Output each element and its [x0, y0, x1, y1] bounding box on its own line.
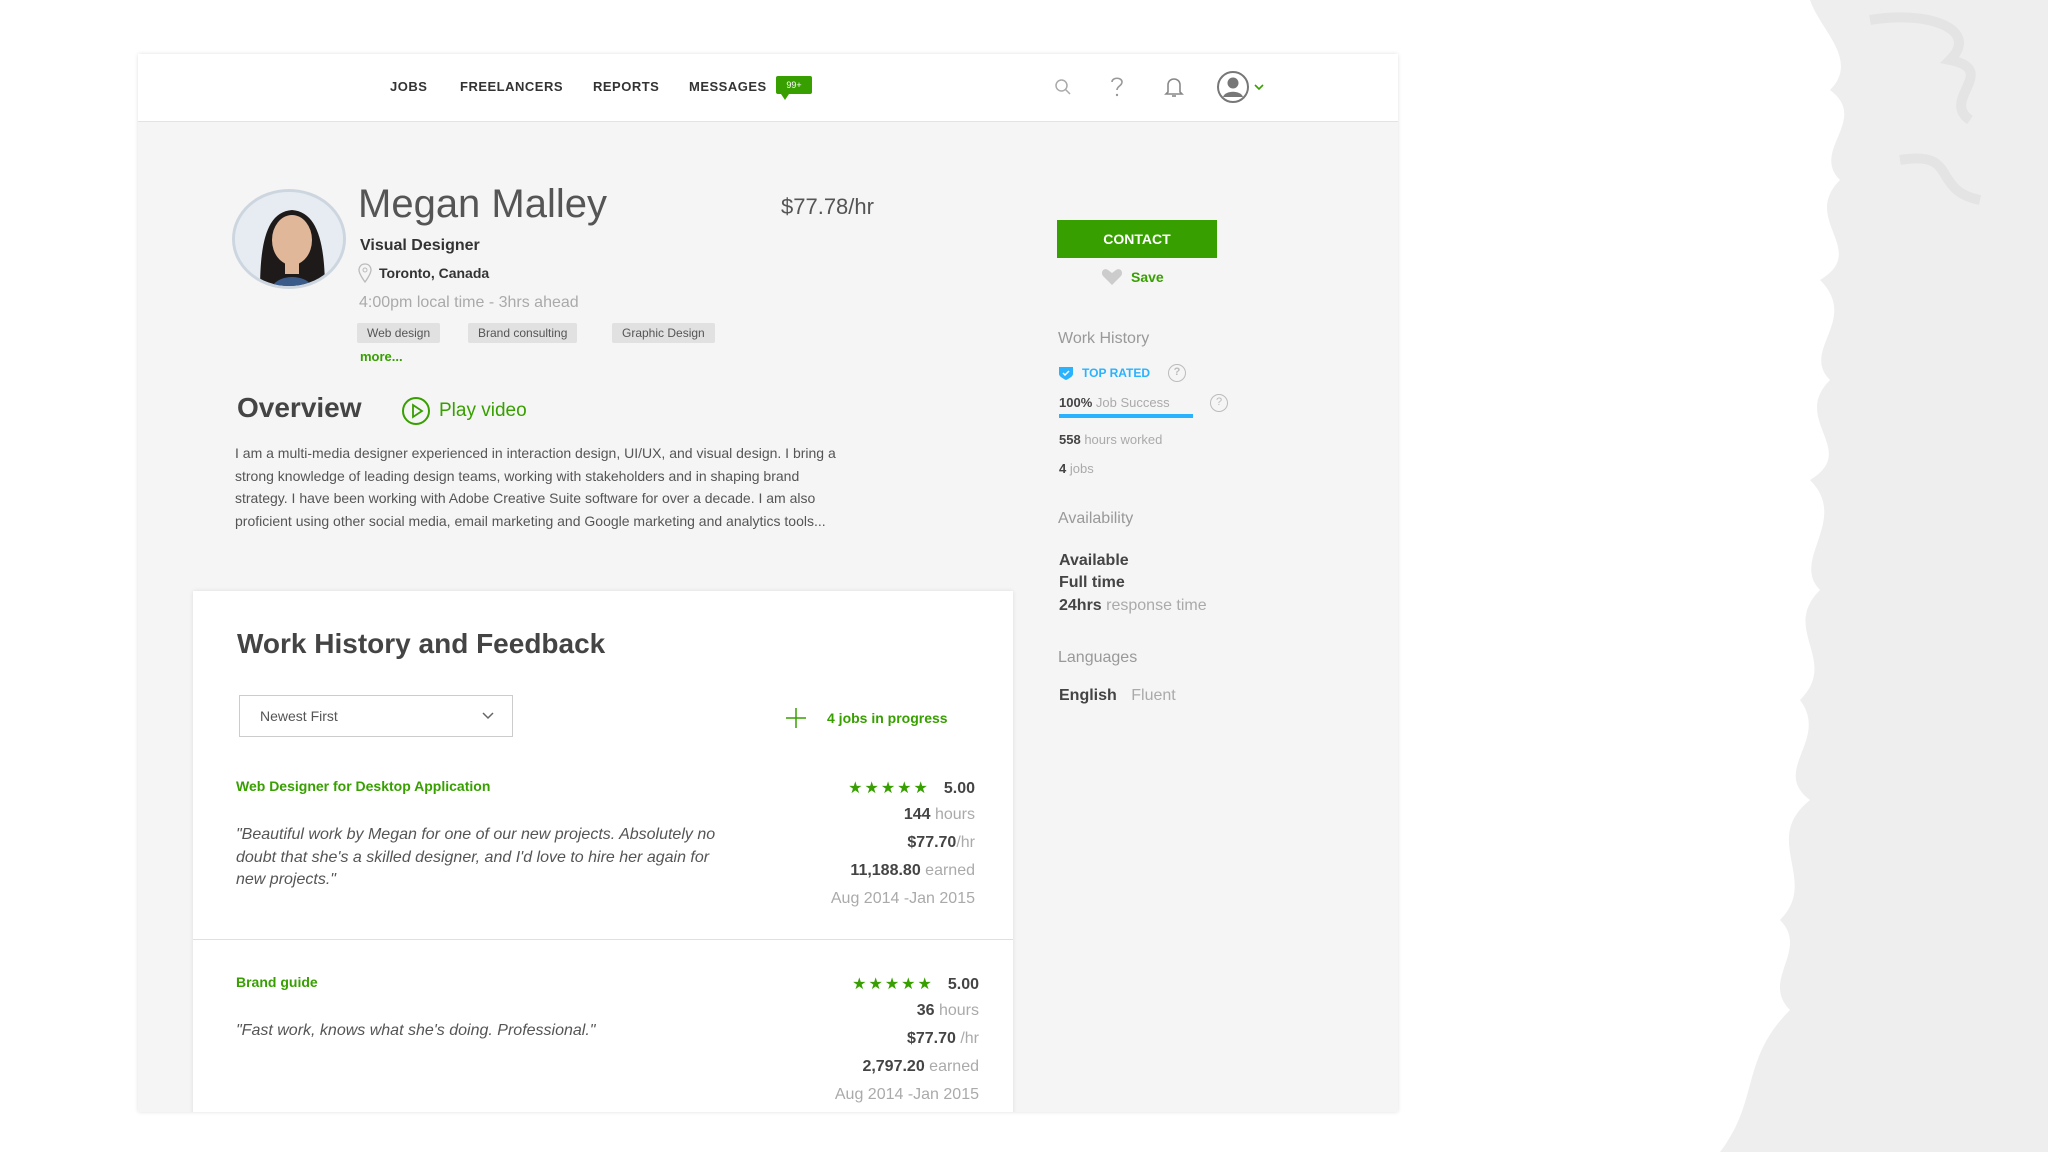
freelancer-title: Visual Designer [360, 237, 480, 254]
job-feedback: "Beautiful work by Megan for one of our … [236, 826, 716, 888]
play-video-button[interactable]: Play video [401, 396, 527, 426]
save-button[interactable]: Save [1101, 268, 1164, 286]
help-icon[interactable] [1100, 70, 1134, 104]
top-rated-badge: TOP RATED ? [1058, 364, 1187, 382]
languages-heading: Languages [1058, 649, 1138, 666]
rating-value: 5.00 [947, 976, 979, 993]
search-icon[interactable] [1046, 70, 1080, 104]
job-success-label: Job Success [1095, 395, 1170, 410]
jobs-in-progress-link[interactable]: 4 jobs in progress [785, 707, 948, 729]
rate-value: $77.70 [907, 834, 957, 851]
avatar [232, 189, 346, 289]
hours-label: hours [938, 1002, 979, 1019]
availability-heading: Availability [1058, 510, 1134, 527]
response-time-value: 24hrs [1059, 597, 1102, 614]
heart-icon [1101, 269, 1123, 285]
response-time-label: response time [1106, 597, 1207, 614]
overview-text: I am a multi-media designer experienced … [235, 445, 836, 529]
hours-value: 36 [916, 1002, 935, 1019]
hours-worked-value: 558 [1059, 432, 1081, 447]
contact-button[interactable]: CONTACT [1057, 220, 1217, 258]
more-skills-link[interactable]: more... [360, 349, 403, 364]
chevron-down-icon [482, 712, 494, 720]
help-circle-icon[interactable]: ? [1168, 364, 1187, 382]
shield-icon [1059, 367, 1073, 380]
response-time: 24hrs response time [1059, 597, 1207, 615]
job-dates: Aug 2014 -Jan 2015 [830, 890, 975, 907]
skill-tag[interactable]: Web design [357, 323, 441, 343]
location-pin-icon [358, 263, 372, 283]
rate-value: $77.70 [906, 1030, 956, 1047]
language-level: Fluent [1131, 687, 1176, 704]
save-label: Save [1131, 269, 1164, 285]
job-title-link[interactable]: Brand guide [236, 974, 318, 990]
availability-status: Available [1059, 552, 1129, 569]
language-name: English [1059, 687, 1117, 704]
job-dates: Aug 2014 -Jan 2015 [834, 1086, 979, 1103]
work-history-heading: Work History and Feedback [237, 628, 606, 659]
messages-count-badge: 99+ [776, 76, 812, 100]
play-video-label: Play video [439, 400, 527, 421]
language-entry: English Fluent [1059, 687, 1176, 705]
overview-heading: Overview [237, 392, 362, 423]
freelancer-name: Megan Malley [358, 182, 608, 226]
nav-messages[interactable]: MESSAGES [689, 79, 767, 94]
plus-icon [786, 708, 806, 728]
hours-worked-label: hours worked [1084, 432, 1163, 447]
help-circle-icon[interactable]: ? [1210, 394, 1228, 412]
hourly-rate: $77.78/hr [781, 194, 874, 219]
job-stats: ★★★★★ 5.00 144 hours $77.70/hr 11,188.80 … [831, 778, 975, 918]
availability-schedule: Full time [1059, 574, 1125, 591]
jobs-count: 4 jobs [1059, 461, 1094, 476]
job-success-bar [1059, 414, 1193, 418]
earned-label: earned [925, 862, 975, 879]
job-feedback: "Fast work, knows what she's doing. Prof… [236, 1022, 596, 1039]
nav-freelancers[interactable]: FREELANCERS [460, 79, 563, 94]
rating-stars-icon: ★★★★★ [852, 976, 934, 993]
location-text: Toronto, Canada [379, 265, 490, 281]
rating-value: 5.00 [943, 780, 975, 797]
jobs-count-value: 4 [1059, 461, 1067, 476]
jobs-count-label: jobs [1069, 461, 1094, 476]
rate-label: /hr [960, 1030, 979, 1047]
nav-reports[interactable]: REPORTS [593, 79, 659, 94]
profile-window: JOBS FREELANCERS REPORTS MESSAGES 99+ Me… [138, 54, 1398, 1112]
job-stats: ★★★★★ 5.00 36 hours $77.70 /hr 2,797.20 e… [835, 974, 979, 1112]
nav-jobs[interactable]: JOBS [390, 79, 427, 94]
earned-label: earned [929, 1058, 979, 1075]
sort-dropdown-value: Newest First [260, 708, 338, 724]
decorative-brush-stroke [1720, 0, 2048, 1152]
job-success: 100% Job Success ? [1059, 394, 1234, 412]
work-history-side-heading: Work History [1058, 330, 1150, 347]
earned-value: 11,188.80 [850, 862, 921, 879]
work-history-card: Work History and Feedback Newest First 4… [193, 591, 1013, 1112]
job-success-value: 100% [1059, 395, 1093, 410]
local-time: 4:00pm local time - 3hrs ahead [359, 294, 579, 311]
hours-worked: 558 hours worked [1059, 432, 1162, 447]
jobs-in-progress-label: 4 jobs in progress [827, 710, 948, 726]
job-divider [193, 939, 1013, 940]
top-navigation-bar: JOBS FREELANCERS REPORTS MESSAGES 99+ [138, 54, 1398, 122]
hours-value: 144 [903, 806, 931, 823]
top-rated-label: TOP RATED [1082, 366, 1151, 380]
skill-tag[interactable]: Graphic Design [612, 323, 715, 343]
sort-dropdown[interactable]: Newest First [239, 695, 513, 737]
play-icon [402, 397, 430, 425]
hours-label: hours [934, 806, 975, 823]
rating-stars-icon: ★★★★★ [848, 780, 930, 797]
skill-tag[interactable]: Brand consulting [468, 323, 578, 343]
job-title-link[interactable]: Web Designer for Desktop Application [236, 778, 490, 794]
user-menu[interactable] [1216, 70, 1266, 104]
earned-value: 2,797.20 [862, 1058, 925, 1075]
rate-label: /hr [956, 834, 975, 851]
notifications-bell-icon[interactable] [1157, 70, 1191, 104]
